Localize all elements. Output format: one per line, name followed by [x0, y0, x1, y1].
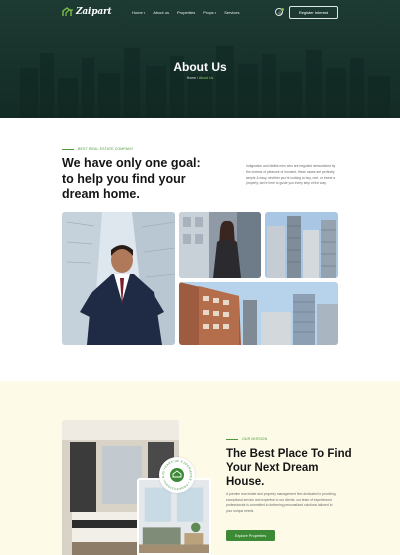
mission-description: A premier real estate and property manag…	[226, 492, 336, 513]
towers-photo	[265, 212, 338, 278]
house-logo-icon	[62, 7, 73, 16]
nav-item-about[interactable]: About us	[153, 10, 169, 15]
nav-item-services[interactable]: Services	[224, 10, 239, 15]
nav-label: Props	[203, 10, 214, 15]
nav-label: Services	[224, 10, 240, 15]
bell-icon	[278, 10, 281, 15]
eyebrow-text: OUR MISSION	[242, 437, 268, 441]
brand-logo[interactable]: Zaipart	[62, 7, 112, 17]
notification-button[interactable]	[275, 7, 284, 16]
nav-label: Properties	[176, 10, 196, 15]
breadcrumb-current: About Us	[198, 76, 214, 80]
explore-properties-button[interactable]: Explore Properties	[226, 530, 275, 541]
nav-item-home[interactable]: Home ▾	[132, 10, 145, 15]
eyebrow-line	[62, 148, 74, 150]
nav-label: Home	[132, 10, 143, 15]
about-headline: We have only one goal: to help you find …	[62, 156, 201, 201]
mission-title: The Best Place To Find Your Next Dream H…	[226, 448, 352, 488]
page-hero: Zaipart Home ▾ About us Properties Props…	[0, 0, 400, 118]
eyebrow-text: BEST REAL ESTATE COMPANY	[78, 147, 134, 151]
chevron-down-icon: ▾	[143, 10, 146, 15]
notification-dot	[280, 7, 284, 11]
nav-item-properties[interactable]: Properties	[177, 10, 195, 15]
woman-photo	[179, 212, 261, 278]
main-nav: Home ▾ About us Properties Props ▾ Servi…	[132, 10, 240, 15]
experience-badge: 25 YEARS OF EXPERIENCE • PROFESSIONAL RE…	[159, 457, 195, 493]
about-eyebrow: BEST REAL ESTATE COMPANY	[62, 147, 133, 151]
register-interest-button[interactable]: Register Interest	[289, 6, 338, 19]
breadcrumb-home[interactable]: Home	[187, 76, 196, 80]
nav-item-props[interactable]: Props ▾	[203, 10, 216, 15]
breadcrumb: Home / About Us	[0, 76, 400, 80]
apartments-photo	[179, 282, 338, 345]
experience-seal: 25 YEARS OF EXPERIENCE • PROFESSIONAL RE…	[159, 457, 194, 492]
about-description: Indignation and dislike men who are begu…	[246, 164, 336, 186]
chevron-down-icon: ▾	[214, 10, 217, 15]
mission-eyebrow: OUR MISSION	[226, 437, 267, 441]
eyebrow-line	[226, 438, 238, 440]
businessman-photo	[62, 212, 175, 345]
brand-name: Zaipart	[76, 7, 112, 17]
page-title: About Us	[173, 60, 227, 74]
nav-label: About us	[153, 10, 169, 15]
